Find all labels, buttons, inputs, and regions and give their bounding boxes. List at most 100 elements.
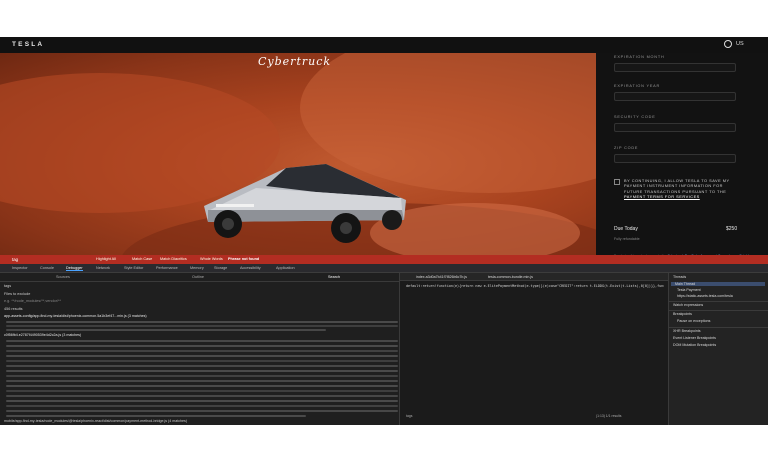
result-file-1[interactable]: app-assets-config/app-find-my-tesla/dist… bbox=[4, 314, 400, 318]
tab-outline[interactable]: Outline bbox=[192, 275, 204, 279]
checkout-panel: EXPIRATION MONTH EXPIRATION YEAR SECURIT… bbox=[596, 53, 768, 263]
code-result-line[interactable] bbox=[6, 415, 306, 417]
tab-accessibility[interactable]: Accessibility bbox=[240, 266, 261, 270]
expiration-year-input[interactable] bbox=[614, 92, 736, 101]
tab-search[interactable]: Search bbox=[328, 275, 340, 279]
devtools-panel: tag Highlight All Match Case Match Diacr… bbox=[0, 255, 768, 425]
screen: TESLA US Cybertruck EXPIRATION MONTH EXP… bbox=[0, 37, 768, 425]
bottom-margin bbox=[0, 425, 768, 463]
search-input-value: tags bbox=[4, 283, 12, 288]
search-input[interactable]: tags bbox=[0, 283, 400, 289]
tab-application[interactable]: Application bbox=[276, 266, 295, 270]
expiration-month-input[interactable] bbox=[614, 63, 736, 72]
hero-image: Cybertruck bbox=[0, 53, 596, 255]
save-payment-checkbox[interactable] bbox=[614, 179, 620, 185]
agreement-copy: BY CONTINUING, I ALLOW TESLA TO SAVE MY … bbox=[624, 178, 730, 194]
editor-code-line[interactable]: default:return!function(e){return new e.… bbox=[406, 284, 664, 288]
main-thread-item[interactable]: Main Thread bbox=[671, 282, 765, 286]
event-listener-breakpoints-header[interactable]: Event Listener Breakpoints bbox=[673, 336, 716, 340]
code-result-line[interactable] bbox=[6, 385, 398, 387]
results-count-row: 456 results bbox=[0, 306, 400, 312]
tab-style-editor[interactable]: Style Editor bbox=[124, 266, 143, 270]
code-result-line[interactable] bbox=[6, 370, 398, 372]
editor-tabs: index.a3d0a7b41f7f826b6c7b.js tesla-comm… bbox=[400, 273, 668, 281]
exclude-label-row: Files to exclude bbox=[0, 291, 400, 297]
exclude-input[interactable]: e.g. **/node_modules/**,vendor/** bbox=[0, 298, 400, 304]
zip-code-input[interactable] bbox=[614, 154, 736, 163]
code-result-line[interactable] bbox=[6, 390, 398, 392]
tab-network[interactable]: Network bbox=[96, 266, 110, 270]
xhr-breakpoints-header[interactable]: XHR Breakpoints bbox=[673, 329, 701, 333]
code-result-line[interactable] bbox=[6, 340, 398, 342]
code-editor: index.a3d0a7b41f7f826b6c7b.js tesla-comm… bbox=[400, 273, 668, 425]
code-result-line[interactable] bbox=[6, 345, 398, 347]
divider bbox=[669, 310, 768, 311]
divider bbox=[0, 281, 400, 282]
results-count: 456 results bbox=[4, 306, 23, 311]
result-file-2[interactable]: c0f56fb4.e2787f4490539e4d2c2a.js (3 matc… bbox=[4, 333, 400, 337]
pause-exceptions-checkbox[interactable]: Pause on exceptions bbox=[677, 319, 710, 323]
tesla-url-thread[interactable]: https://static-assets.tesla.com/tesla bbox=[677, 294, 733, 298]
tab-memory[interactable]: Memory bbox=[190, 266, 204, 270]
divider bbox=[669, 301, 768, 302]
zip-code-label: ZIP CODE bbox=[614, 146, 639, 150]
tesla-site: TESLA US Cybertruck EXPIRATION MONTH EXP… bbox=[0, 37, 768, 263]
exclude-input-value: e.g. **/node_modules/**,vendor/** bbox=[4, 298, 61, 303]
debugger-side-panel: Threads Main Thread Tesla Payment https:… bbox=[668, 273, 768, 425]
breakpoints-header[interactable]: Breakpoints bbox=[673, 312, 692, 316]
tesla-logo[interactable]: TESLA bbox=[12, 41, 44, 48]
code-result-line[interactable] bbox=[6, 325, 398, 327]
code-result-line[interactable] bbox=[6, 375, 398, 377]
code-result-line[interactable] bbox=[6, 355, 398, 357]
due-note: Fully refundable bbox=[614, 237, 640, 241]
site-header: TESLA US bbox=[0, 37, 768, 53]
code-result-line[interactable] bbox=[6, 329, 326, 331]
globe-icon[interactable] bbox=[724, 40, 732, 48]
editor-tab-index[interactable]: index.a3d0a7b41f7f826b6c7b.js bbox=[416, 275, 467, 279]
code-result-line[interactable] bbox=[6, 365, 398, 367]
match-case-option[interactable]: Match Case bbox=[132, 257, 152, 261]
divider bbox=[669, 327, 768, 328]
code-result-line[interactable] bbox=[6, 395, 398, 397]
tab-storage[interactable]: Storage bbox=[214, 266, 227, 270]
whole-words-option[interactable]: Whole Words bbox=[200, 257, 223, 261]
code-result-line[interactable] bbox=[6, 380, 398, 382]
code-result-line[interactable] bbox=[6, 360, 398, 362]
find-bar: tag Highlight All Match Case Match Diacr… bbox=[0, 255, 768, 264]
agreement-text: BY CONTINUING, I ALLOW TESLA TO SAVE MY … bbox=[624, 178, 740, 200]
code-result-line[interactable] bbox=[6, 405, 398, 407]
exclude-label: Files to exclude bbox=[4, 291, 31, 296]
tab-inspector[interactable]: Inspector bbox=[12, 266, 28, 270]
highlight-all-option[interactable]: Highlight All bbox=[96, 257, 116, 261]
due-today-label: Due Today bbox=[614, 226, 638, 232]
editor-tab-common[interactable]: tesla-common-bundle.min.js bbox=[488, 275, 533, 279]
tab-debugger[interactable]: Debugger bbox=[66, 266, 83, 271]
code-result-line[interactable] bbox=[6, 350, 398, 352]
tab-performance[interactable]: Performance bbox=[156, 266, 178, 270]
region-selector[interactable]: US bbox=[736, 41, 744, 47]
due-today-amount: $250 bbox=[726, 226, 738, 232]
payment-terms-link[interactable]: PAYMENT TERMS FOR SERVICES bbox=[624, 194, 700, 199]
cybertruck-image bbox=[204, 164, 406, 243]
watch-expressions-header[interactable]: Watch expressions bbox=[673, 303, 703, 307]
security-code-input[interactable] bbox=[614, 123, 736, 132]
dom-mutation-breakpoints-header[interactable]: DOM Mutation Breakpoints bbox=[673, 343, 716, 347]
code-result-line[interactable] bbox=[6, 410, 398, 412]
expiration-month-label: EXPIRATION MONTH bbox=[614, 55, 665, 59]
editor-position: (1:13) 1/1 results bbox=[596, 414, 622, 418]
tesla-payment-thread[interactable]: Tesla Payment bbox=[677, 288, 701, 292]
editor-search-term[interactable]: tags bbox=[406, 414, 412, 418]
hero-title: Cybertruck bbox=[258, 55, 332, 68]
result-file-3[interactable]: mobile/app-find-my-tesla/node_modules/@t… bbox=[4, 419, 187, 423]
code-result-line[interactable] bbox=[6, 400, 398, 402]
tab-console[interactable]: Console bbox=[40, 266, 54, 270]
code-result-line[interactable] bbox=[6, 321, 398, 323]
security-code-label: SECURITY CODE bbox=[614, 115, 656, 119]
source-search-panel: Sources Outline Search tags Files to exc… bbox=[0, 273, 400, 425]
devtools-tabs: Inspector Console Debugger Network Style… bbox=[0, 264, 768, 273]
find-status: Phrase not found bbox=[228, 256, 260, 261]
threads-header[interactable]: Threads bbox=[673, 275, 686, 279]
match-diacritics-option[interactable]: Match Diacritics bbox=[160, 257, 187, 261]
find-input[interactable]: tag bbox=[12, 257, 18, 262]
tab-sources[interactable]: Sources bbox=[56, 275, 70, 279]
